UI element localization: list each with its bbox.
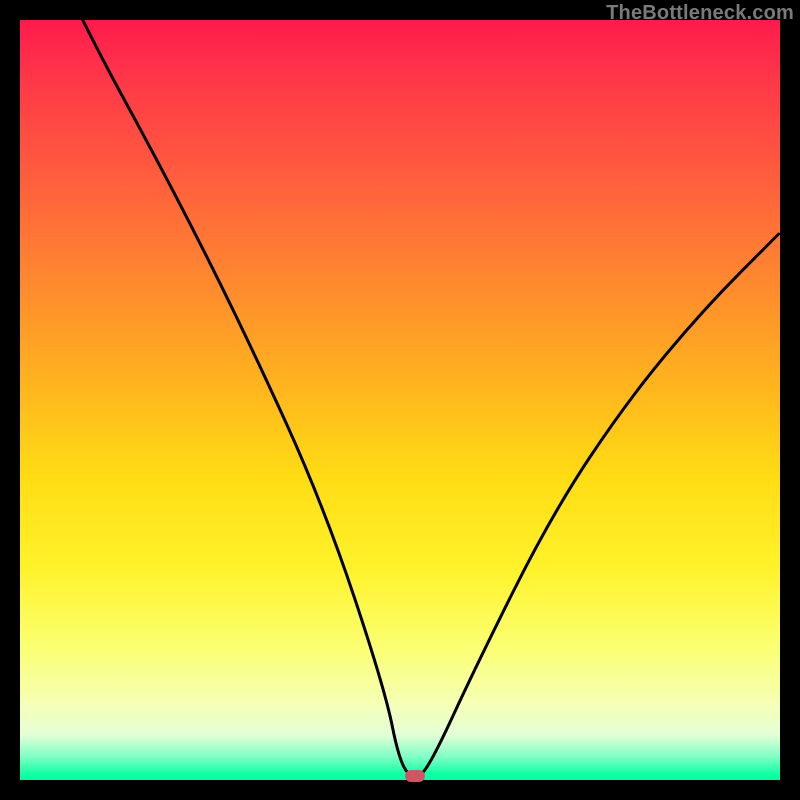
bottleneck-curve xyxy=(20,20,780,780)
chart-frame: TheBottleneck.com xyxy=(0,0,800,800)
curve-path xyxy=(20,20,780,776)
watermark-text: TheBottleneck.com xyxy=(606,2,794,25)
min-marker xyxy=(405,770,425,782)
